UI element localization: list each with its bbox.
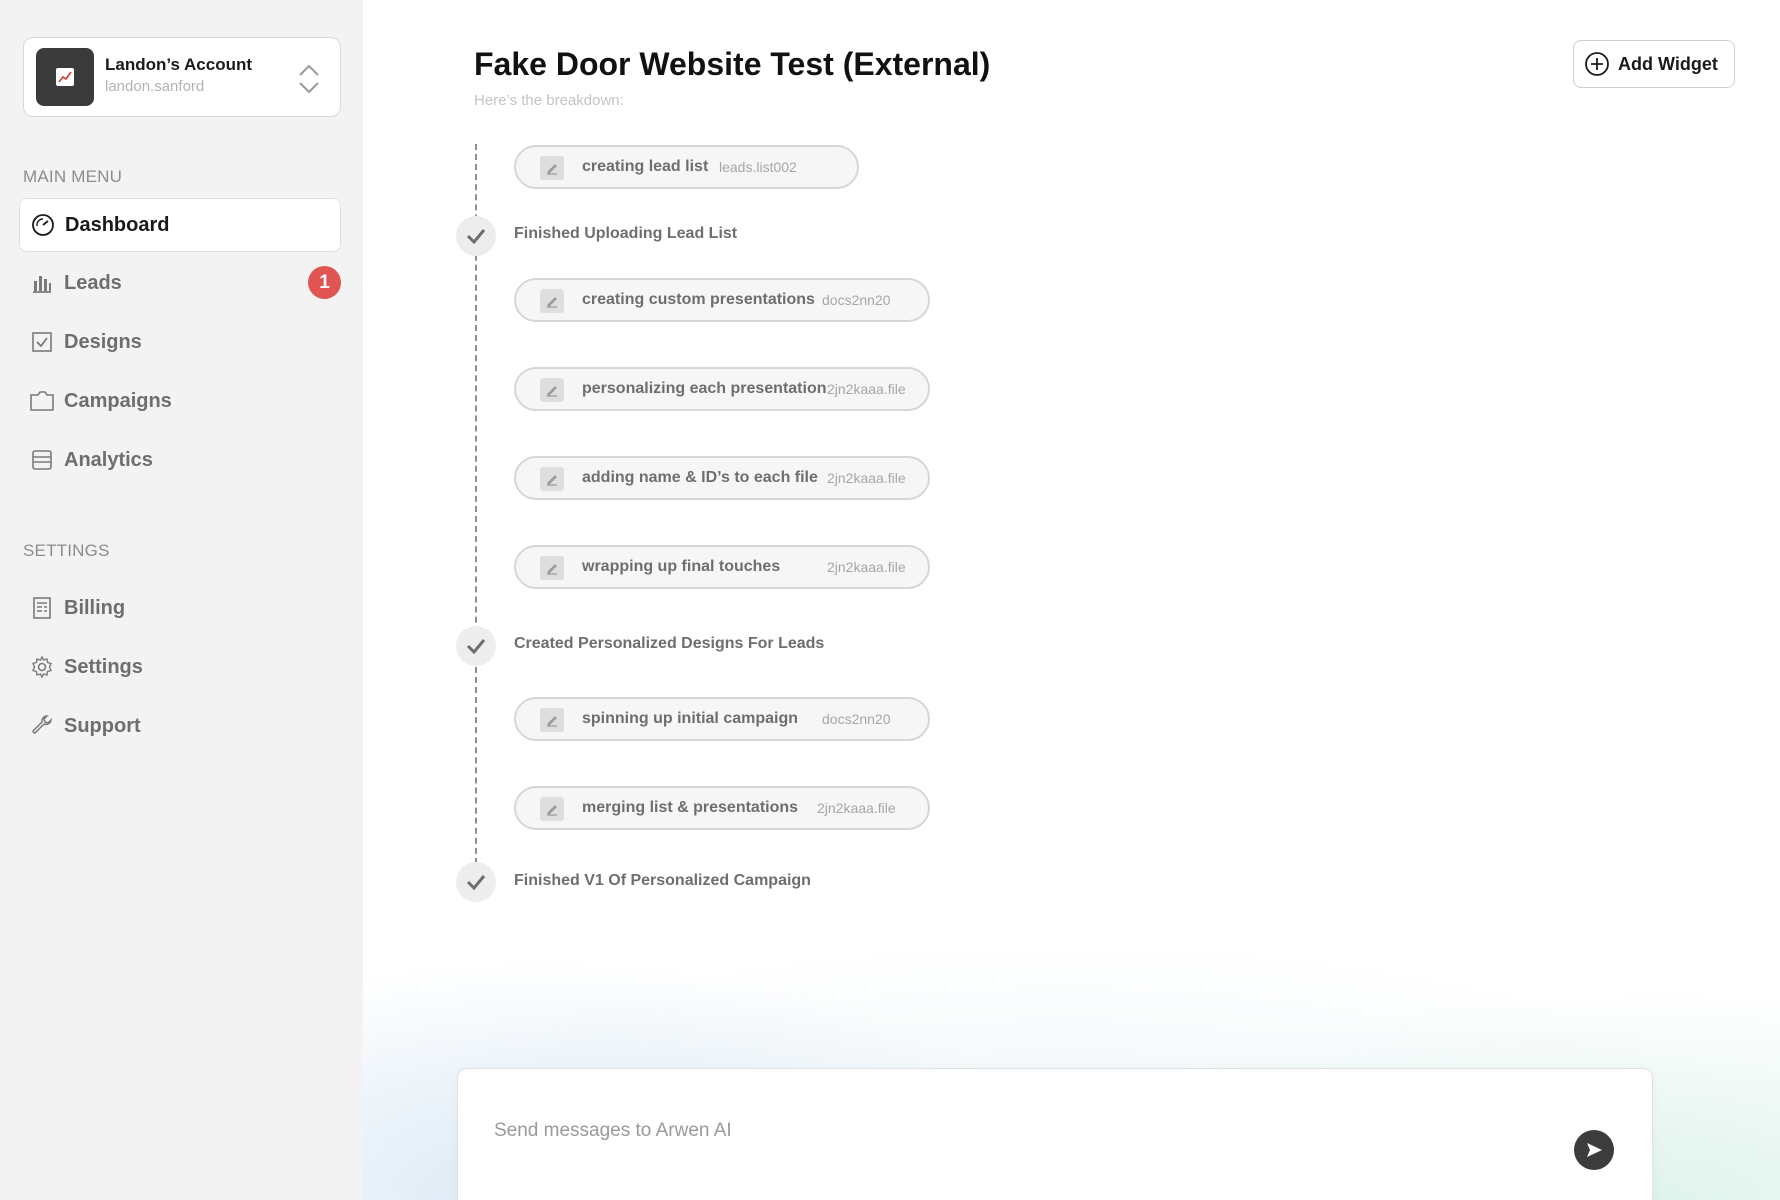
sidebar-item-label: Leads bbox=[64, 271, 122, 294]
pencil-doc-icon bbox=[540, 378, 564, 402]
task-name: creating lead list bbox=[582, 158, 709, 175]
sidebar-item-analytics[interactable]: Analytics bbox=[19, 433, 341, 487]
milestone-label: Finished V1 Of Personalized Campaign bbox=[514, 872, 811, 889]
add-widget-button[interactable]: Add Widget bbox=[1573, 40, 1735, 88]
task-file: 2jn2kaaa.file bbox=[827, 381, 906, 397]
pencil-doc-icon bbox=[540, 289, 564, 313]
task-name: adding name & ID’s to each file bbox=[582, 469, 818, 486]
leads-count-badge: 1 bbox=[308, 266, 341, 299]
pencil-doc-icon bbox=[540, 467, 564, 491]
milestone-check bbox=[456, 862, 496, 902]
account-logo bbox=[36, 48, 94, 106]
check-icon bbox=[466, 639, 486, 654]
task-item[interactable]: merging list & presentations 2jn2kaaa.fi… bbox=[514, 786, 930, 830]
task-name: creating custom presentations bbox=[582, 291, 815, 308]
gear-icon bbox=[28, 653, 56, 681]
task-item[interactable]: adding name & ID’s to each file 2jn2kaaa… bbox=[514, 456, 930, 500]
sidebar-item-designs[interactable]: Designs bbox=[19, 315, 341, 369]
page-subtitle: Here’s the breakdown: bbox=[474, 92, 624, 109]
sidebar-item-label: Analytics bbox=[64, 448, 153, 471]
sidebar-item-label: Dashboard bbox=[65, 213, 170, 236]
pencil-doc-icon bbox=[540, 708, 564, 732]
task-file: 2jn2kaaa.file bbox=[827, 559, 906, 575]
gauge-icon bbox=[29, 211, 57, 239]
task-file: docs2nn20 bbox=[822, 292, 891, 308]
pencil-doc-icon bbox=[540, 797, 564, 821]
task-file: docs2nn20 bbox=[822, 711, 891, 727]
settings-label: SETTINGS bbox=[23, 541, 110, 560]
check-icon bbox=[466, 229, 486, 244]
send-button[interactable] bbox=[1574, 1130, 1614, 1170]
task-item[interactable]: creating custom presentations docs2nn20 bbox=[514, 278, 930, 322]
sidebar-item-label: Support bbox=[64, 714, 141, 737]
pencil-doc-icon bbox=[540, 156, 564, 180]
message-input[interactable] bbox=[494, 1113, 1494, 1149]
account-handle: landon.sanford bbox=[105, 78, 205, 95]
send-arrow-icon bbox=[1587, 1143, 1602, 1157]
task-file: leads.list002 bbox=[719, 159, 797, 175]
sidebar-item-campaigns[interactable]: Campaigns bbox=[19, 374, 341, 428]
pencil-doc-icon bbox=[540, 556, 564, 580]
task-item[interactable]: spinning up initial campaign docs2nn20 bbox=[514, 697, 930, 741]
main-content: Fake Door Website Test (External) Here’s… bbox=[363, 0, 1780, 1200]
sidebar-item-label: Designs bbox=[64, 330, 142, 353]
task-item[interactable]: creating lead list leads.list002 bbox=[514, 145, 859, 189]
receipt-icon bbox=[28, 594, 56, 622]
sidebar-item-dashboard[interactable]: Dashboard bbox=[19, 198, 341, 252]
sidebar-item-billing[interactable]: Billing bbox=[19, 581, 341, 635]
sidebar-item-leads[interactable]: Leads 1 bbox=[19, 256, 341, 310]
account-name: Landon’s Account bbox=[105, 55, 253, 74]
task-item[interactable]: personalizing each presentation 2jn2kaaa… bbox=[514, 367, 930, 411]
sidebar-item-label: Billing bbox=[64, 596, 126, 619]
sidebar-item-label: Settings bbox=[64, 655, 143, 678]
message-composer bbox=[457, 1068, 1653, 1200]
add-widget-label: Add Widget bbox=[1618, 53, 1718, 74]
wrench-icon bbox=[28, 712, 56, 740]
sidebar-item-settings[interactable]: Settings bbox=[19, 640, 341, 694]
task-file: 2jn2kaaa.file bbox=[827, 470, 906, 486]
task-file: 2jn2kaaa.file bbox=[817, 800, 896, 816]
checkbox-icon bbox=[28, 328, 56, 356]
account-switcher[interactable]: Landon’s Account landon.sanford bbox=[23, 37, 341, 117]
task-name: personalizing each presentation bbox=[582, 380, 827, 397]
milestone-check bbox=[456, 626, 496, 666]
sidebar-item-label: Campaigns bbox=[64, 389, 172, 412]
milestone-label: Finished Uploading Lead List bbox=[514, 225, 738, 242]
task-name: spinning up initial campaign bbox=[582, 710, 799, 727]
task-item[interactable]: wrapping up final touches 2jn2kaaa.file bbox=[514, 545, 930, 589]
page-title: Fake Door Website Test (External) bbox=[474, 46, 991, 82]
milestone-label: Created Personalized Designs For Leads bbox=[514, 635, 825, 652]
task-name: merging list & presentations bbox=[582, 799, 799, 816]
milestone-check bbox=[456, 216, 496, 256]
main-menu-label: MAIN MENU bbox=[23, 167, 123, 186]
sidebar-item-support[interactable]: Support bbox=[19, 699, 341, 753]
archive-icon bbox=[28, 446, 56, 474]
folder-icon bbox=[28, 387, 56, 415]
chevron-up-down-icon[interactable] bbox=[298, 62, 320, 96]
bar-chart-icon bbox=[28, 269, 56, 297]
check-icon bbox=[466, 875, 486, 890]
sidebar: Landon’s Account landon.sanford MAIN MEN… bbox=[0, 0, 363, 1200]
task-name: wrapping up final touches bbox=[582, 558, 781, 575]
plus-circle-icon bbox=[1585, 52, 1609, 76]
